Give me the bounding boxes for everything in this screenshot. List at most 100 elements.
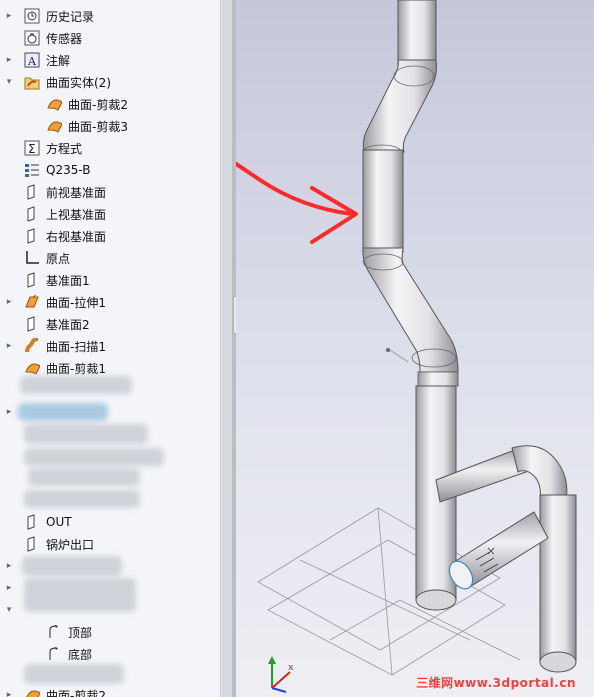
tree-item-surface-extrude1[interactable]: ▸ 曲面-拉伸1 [0,291,220,313]
pipe-segment [539,494,577,663]
expand-arrow-icon[interactable]: ▸ [4,583,14,593]
tree-item-label: 曲面实体(2) [46,75,111,90]
axis-triad-icon: x [268,656,294,693]
plane-icon [24,184,40,200]
tree-item-label: 底部 [68,647,93,662]
expand-arrow-icon[interactable]: ▸ [4,341,14,351]
material-icon [24,162,40,178]
tree-item-label: 前视基准面 [46,185,107,200]
tree-item-surface-sweep1[interactable]: ▸ 曲面-扫描1 [0,335,220,357]
tree-item-front-plane[interactable]: 前视基准面 [0,181,220,203]
pipe-segment [362,149,404,253]
history-icon [24,8,40,24]
tree-item-label: 方程式 [46,141,83,156]
tree-item-surface-trim2-bottom[interactable]: ▸ 曲面-剪裁2 [0,684,220,697]
redacted-tree-item [18,403,108,421]
feature-manager-tree: ▸ 历史记录 传感器 ▸ A 注解 ▾ 曲面实体(2) 曲面-剪裁2 曲面-剪裁… [0,0,220,697]
surface-trim-icon [46,96,62,112]
sketch-icon [46,624,62,640]
tree-item-label: 右视基准面 [46,229,107,244]
expand-arrow-icon[interactable]: ▸ [4,561,14,571]
plane-icon [24,228,40,244]
tree-item-equations[interactable]: Σ 方程式 [0,137,220,159]
sketch-icon [46,646,62,662]
tree-item-label: 锅炉出口 [46,537,95,552]
surface-sweep-icon [24,338,40,354]
redacted-tree-item [24,664,124,684]
plane-icon [24,514,40,530]
tree-item-top-sketch[interactable]: 顶部 [0,621,220,643]
svg-text:A: A [27,55,37,68]
expand-arrow-icon[interactable]: ▸ [4,690,14,697]
tree-item-label: 原点 [46,251,71,266]
surface-extrude-icon [24,294,40,310]
redacted-tree-item [24,424,148,444]
graphics-viewport[interactable]: x 三维网www.3dportal.cn [236,0,594,697]
tree-item-label: 历史记录 [46,9,95,24]
tree-item-plane1[interactable]: 基准面1 [0,269,220,291]
scrollbar-thumb[interactable] [222,0,232,697]
surface-trim-icon [24,360,40,376]
tree-item-boiler-outlet[interactable]: 锅炉出口 [0,533,220,555]
collapse-arrow-icon[interactable]: ▾ [4,77,14,87]
tree-item-label: 曲面-剪裁1 [46,361,106,376]
tree-item-label: 注解 [46,53,71,68]
tree-item-origin[interactable]: 原点 [0,247,220,269]
plane-icon [24,272,40,288]
tree-item-label: 曲面-扫描1 [46,339,106,354]
expand-arrow-icon[interactable]: ▸ [4,407,14,417]
tree-item-label: 基准面2 [46,317,90,332]
plane-icon [24,536,40,552]
tree-item-right-plane[interactable]: 右视基准面 [0,225,220,247]
tree-item-surface-trim2[interactable]: 曲面-剪裁2 [0,93,220,115]
surface-trim-icon [46,118,62,134]
tree-item-surface-trim3[interactable]: 曲面-剪裁3 [0,115,220,137]
svg-text:Σ: Σ [28,142,36,156]
tree-item-out-plane[interactable]: OUT [0,511,220,533]
sketch-point [386,348,390,352]
tree-item-label: 曲面-剪裁3 [68,119,128,134]
redacted-tree-item [24,490,140,508]
annotation-icon: A [24,52,40,68]
sensor-icon [24,30,40,46]
tree-item-label: 顶部 [68,625,93,640]
tree-item-label: 传感器 [46,31,83,46]
svg-text:x: x [288,663,294,673]
tree-item-top-plane[interactable]: 上视基准面 [0,203,220,225]
surface-bodies-folder-icon [24,74,40,90]
tree-item-plane2[interactable]: 基准面2 [0,313,220,335]
expand-arrow-icon[interactable]: ▸ [4,11,14,21]
reference-plane-wireframe [257,349,521,676]
equations-icon: Σ [24,140,40,156]
tree-item-label: Q235-B [46,163,91,177]
expand-arrow-icon[interactable]: ▸ [4,55,14,65]
tree-item-annotations[interactable]: ▸ A 注解 [0,49,220,71]
tree-item-label: 曲面-剪裁2 [46,688,106,697]
tree-item-history[interactable]: ▸ 历史记录 [0,5,220,27]
tree-item-redacted[interactable]: ▾ [0,599,220,621]
redacted-tree-item [24,448,164,466]
collapse-arrow-icon[interactable]: ▾ [4,605,14,615]
tree-item-surface-bodies[interactable]: ▾ 曲面实体(2) [0,71,220,93]
plane-icon [24,206,40,222]
tree-item-label: 曲面-剪裁2 [68,97,128,112]
tree-item-label: OUT [46,515,72,529]
pipe-model-render: x [236,0,577,693]
annotation-arrow [236,161,358,244]
tree-item-label: 曲面-拉伸1 [46,295,106,310]
surface-trim-icon [24,687,40,697]
tree-item-material[interactable]: Q235-B [0,159,220,181]
pipe-bend [362,59,437,153]
tree-item-label: 基准面1 [46,273,90,288]
plane-icon [24,316,40,332]
redacted-tree-item [28,468,140,486]
redacted-tree-item [20,376,132,394]
tree-item-sensors[interactable]: 传感器 [0,27,220,49]
pipe-bend [362,247,459,373]
tree-item-bottom-sketch[interactable]: 底部 [0,643,220,665]
watermark-text: 三维网www.3dportal.cn [416,676,576,690]
tree-item-label: 上视基准面 [46,207,107,222]
redacted-tree-item [22,556,122,576]
origin-icon [24,250,40,266]
expand-arrow-icon[interactable]: ▸ [4,297,14,307]
